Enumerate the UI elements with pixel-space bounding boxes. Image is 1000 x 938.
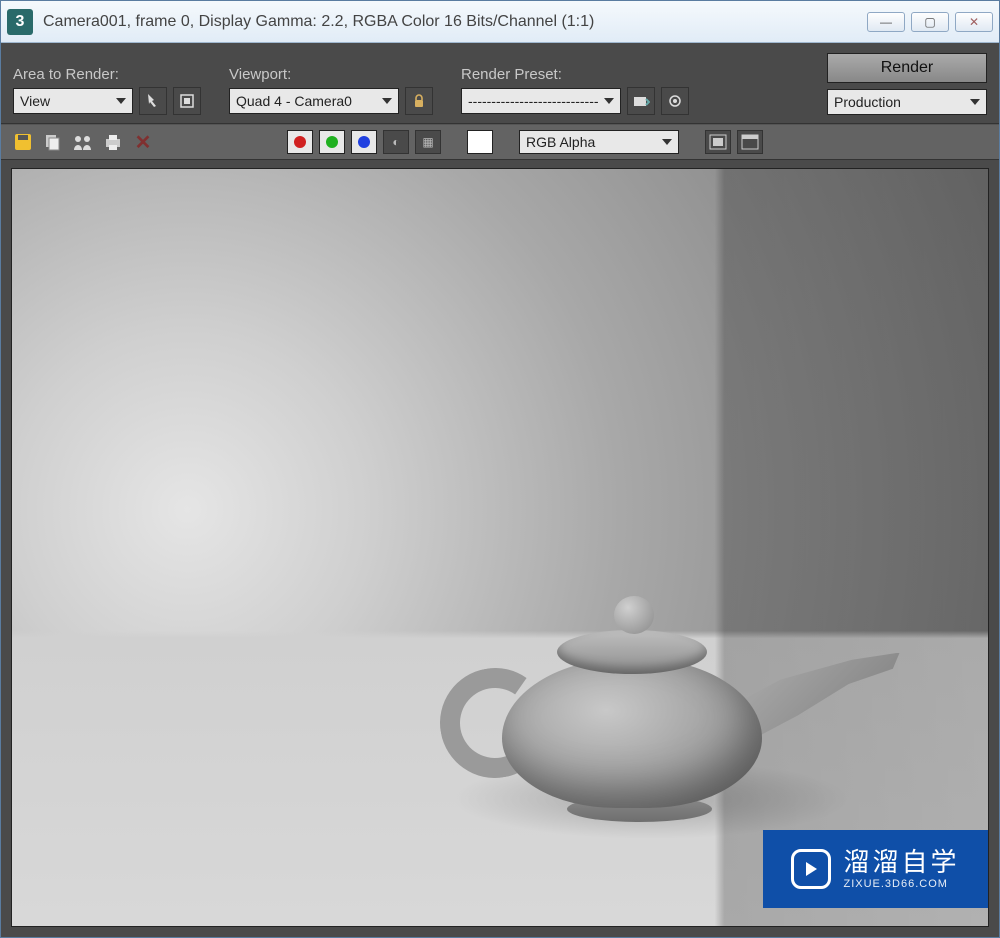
preset-settings-button[interactable]: [661, 87, 689, 115]
render-mode-value: Production: [834, 94, 901, 110]
render-preset-value: ----------------------------: [468, 93, 599, 109]
alpha-channel-button[interactable]: ◐: [383, 130, 409, 154]
chevron-down-icon: [116, 98, 126, 104]
maximize-button[interactable]: ▢: [911, 12, 949, 32]
render-button[interactable]: Render: [827, 53, 987, 83]
channel-value: RGB Alpha: [526, 134, 595, 150]
red-dot-icon: [294, 136, 306, 148]
overlay-toggle-b-button[interactable]: [737, 130, 763, 154]
chevron-down-icon: [382, 98, 392, 104]
render-toolbar: Area to Render: View Viewport:: [1, 43, 999, 124]
mono-channel-button[interactable]: ▦: [415, 130, 441, 154]
render-preset-select[interactable]: ----------------------------: [461, 88, 621, 114]
viewport-section: Viewport: Quad 4 - Camera0: [229, 66, 433, 115]
viewport-label: Viewport:: [229, 66, 433, 83]
render-mode-select[interactable]: Production: [827, 89, 987, 115]
viewport-select[interactable]: Quad 4 - Camera0: [229, 88, 399, 114]
green-dot-icon: [326, 136, 338, 148]
channel-select[interactable]: RGB Alpha: [519, 130, 679, 154]
teapot-render: [432, 548, 852, 828]
frame-toolbar: ✕ ◐ ▦ RGB Alpha: [1, 124, 999, 160]
save-image-button[interactable]: [11, 130, 35, 154]
watermark-cn: 溜溜自学: [843, 848, 959, 878]
region-select-button[interactable]: [139, 87, 167, 115]
window-title: Camera001, frame 0, Display Gamma: 2.2, …: [43, 13, 867, 31]
render-window: Camera001, frame 0, Display Gamma: 2.2, …: [0, 0, 1000, 938]
watermark-en: ZIXUE.3D66.COM: [843, 878, 959, 891]
chevron-down-icon: [662, 139, 672, 145]
play-icon: [791, 849, 831, 889]
app-icon: [7, 9, 33, 35]
red-channel-button[interactable]: [287, 130, 313, 154]
chevron-down-icon: [604, 98, 614, 104]
overlay-toggle-a-button[interactable]: [705, 130, 731, 154]
background-swatch[interactable]: [467, 130, 493, 154]
viewport-value: Quad 4 - Camera0: [236, 93, 352, 109]
print-button[interactable]: [101, 130, 125, 154]
area-to-render-section: Area to Render: View: [13, 66, 201, 115]
area-to-render-label: Area to Render:: [13, 66, 201, 83]
window-controls: — ▢ ✕: [867, 12, 993, 32]
render-preset-section: Render Preset: -------------------------…: [461, 66, 689, 115]
area-to-render-value: View: [20, 93, 50, 109]
preset-load-button[interactable]: [627, 87, 655, 115]
titlebar: Camera001, frame 0, Display Gamma: 2.2, …: [1, 1, 999, 43]
copy-image-button[interactable]: [41, 130, 65, 154]
blue-dot-icon: [358, 136, 370, 148]
render-preset-label: Render Preset:: [461, 66, 689, 83]
close-button[interactable]: ✕: [955, 12, 993, 32]
watermark: 溜溜自学 ZIXUE.3D66.COM: [763, 830, 988, 908]
render-canvas[interactable]: 溜溜自学 ZIXUE.3D66.COM: [11, 168, 989, 927]
blue-channel-button[interactable]: [351, 130, 377, 154]
render-canvas-area: 溜溜自学 ZIXUE.3D66.COM: [1, 160, 999, 937]
delete-button[interactable]: ✕: [131, 130, 155, 154]
viewport-lock-button[interactable]: [405, 87, 433, 115]
clone-button[interactable]: [71, 130, 95, 154]
region-crop-button[interactable]: [173, 87, 201, 115]
render-button-label: Render: [881, 59, 933, 77]
chevron-down-icon: [970, 99, 980, 105]
green-channel-button[interactable]: [319, 130, 345, 154]
area-to-render-select[interactable]: View: [13, 88, 133, 114]
minimize-button[interactable]: —: [867, 12, 905, 32]
